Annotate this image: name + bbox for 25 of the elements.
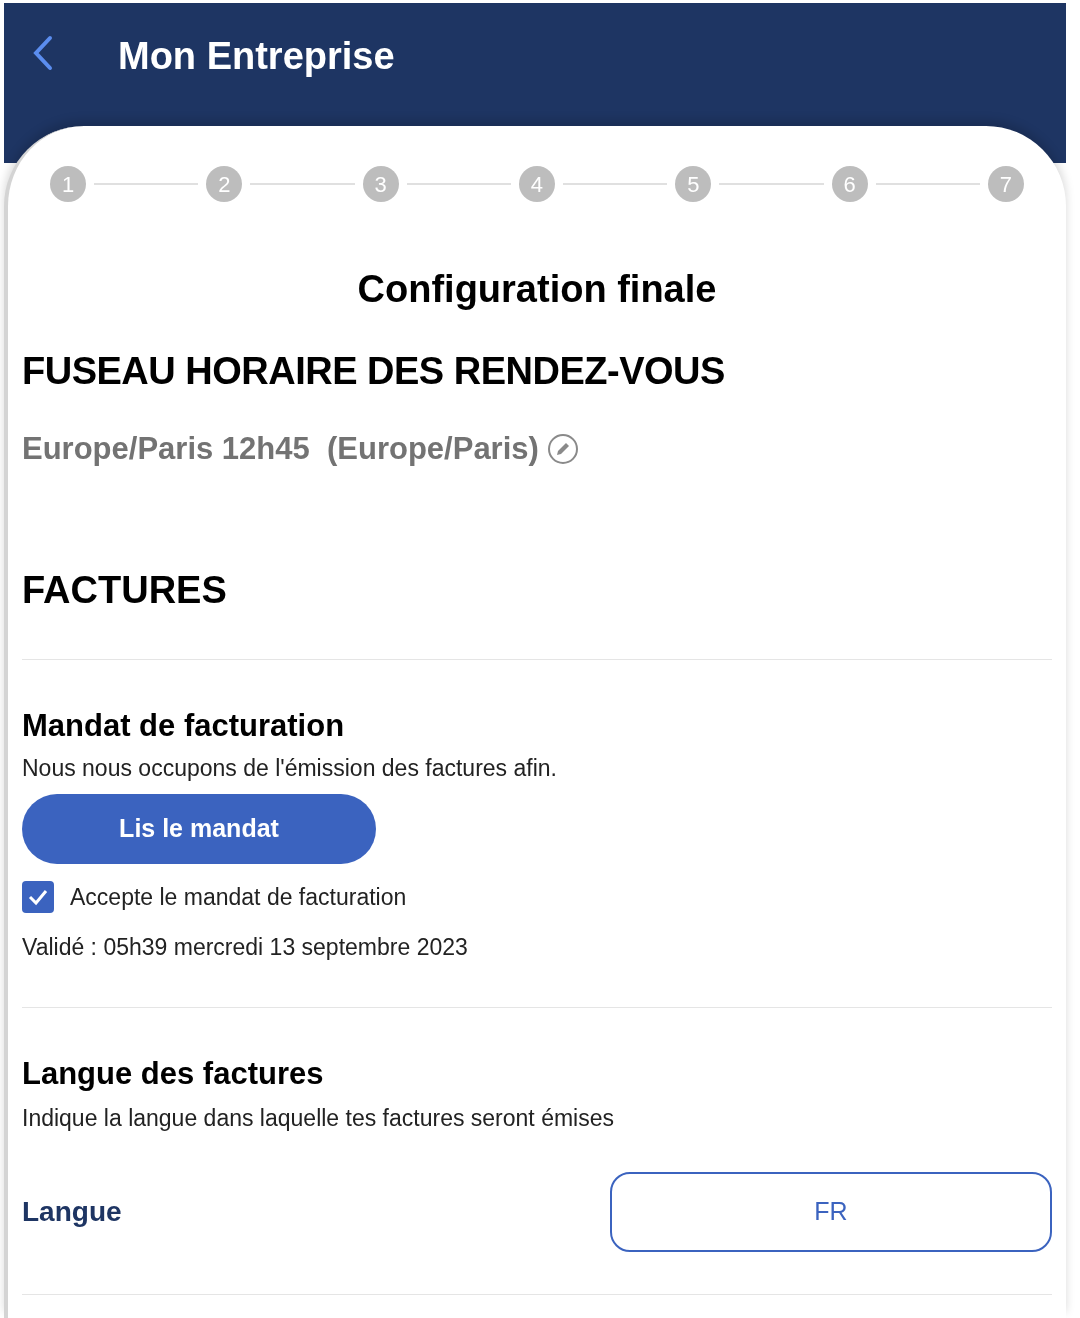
language-field[interactable]: FR [610,1171,1052,1252]
subsection-title: Mandat de facturation [22,706,346,745]
description-text: Nous nous occupons de l'émission des factures afin. [22,753,558,783]
step-indicator: 6 [831,166,868,202]
step-indicator: 7 [987,166,1024,202]
section-heading: FUSEAU HORAIRE DES RENDEZ-VOUS [22,349,726,394]
page-title: Configuration finale [356,267,718,312]
back-icon [32,35,54,71]
step-indicator: 3 [362,166,399,202]
section-heading: FACTURES [22,567,228,613]
field-label: Langue [22,1194,122,1229]
step-indicator: 5 [675,166,712,202]
validated-text: Validé : 05h39 mercredi 13 septembre 2023 [22,933,469,962]
edit-button[interactable] [546,433,579,466]
step-indicator: 4 [519,166,555,202]
description-text: Indique la langue dans laquelle tes factures seront émises [22,1103,615,1133]
step-indicator: 2 [206,166,243,202]
checkbox-label: Accepte le mandat de facturation [70,882,407,912]
step-indicator: 1 [50,166,86,202]
checkbox[interactable] [22,880,54,913]
header-title: Mon Entreprise [118,34,395,79]
read-mandate-button[interactable]: Lis le mandat [22,793,376,864]
timezone-value: Europe/Paris 12h45 (Europe/Paris) [22,430,539,468]
pencil-icon [546,433,579,466]
subsection-title: Langue des factures [22,1054,325,1093]
